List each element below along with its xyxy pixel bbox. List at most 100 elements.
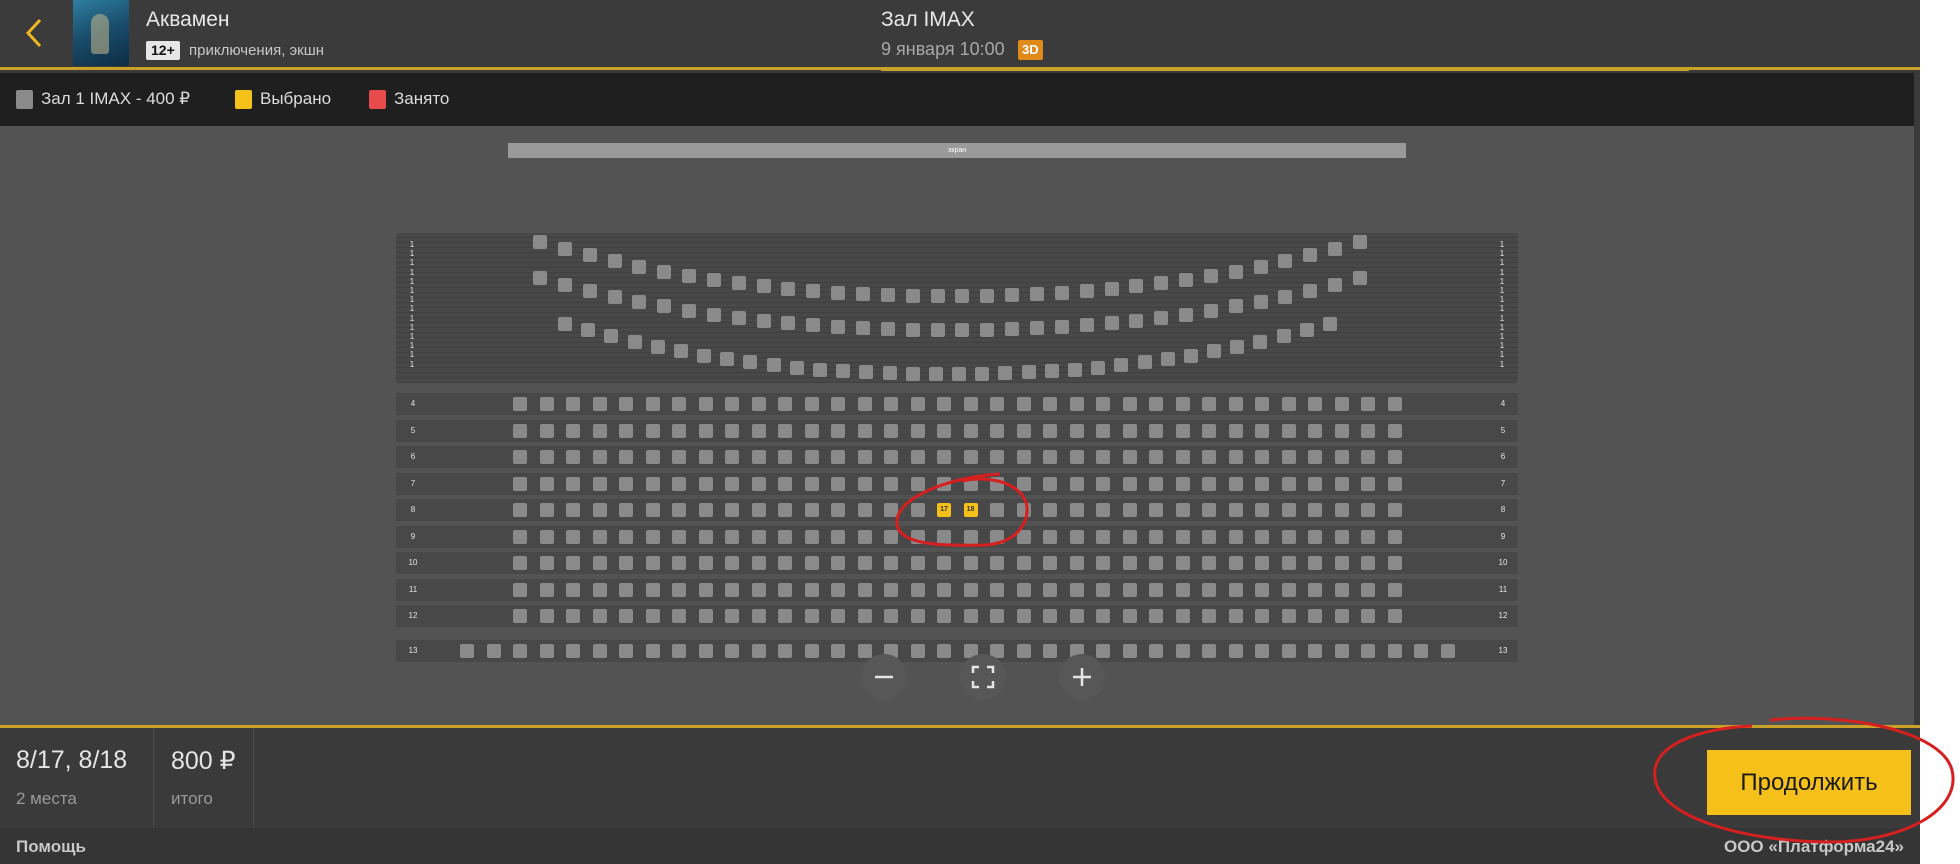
seat[interactable] (1334, 644, 1349, 658)
seat[interactable] (1043, 476, 1057, 491)
seat[interactable] (698, 556, 713, 570)
seat-upper[interactable] (806, 284, 820, 298)
seat-upper[interactable] (558, 317, 572, 331)
seat[interactable] (539, 644, 554, 658)
seat[interactable] (672, 582, 686, 597)
seat[interactable] (698, 529, 713, 544)
seat[interactable] (1043, 450, 1057, 464)
seat[interactable] (513, 423, 527, 438)
fit-screen-button[interactable] (960, 654, 1006, 700)
seat[interactable] (1202, 476, 1216, 491)
seat[interactable] (1202, 423, 1216, 438)
seat[interactable] (751, 582, 766, 597)
seat-upper[interactable] (975, 367, 989, 381)
seat[interactable] (725, 503, 739, 517)
seat[interactable] (1387, 503, 1402, 517)
seat[interactable] (963, 529, 978, 544)
seat[interactable] (1334, 529, 1349, 544)
seat[interactable] (1414, 644, 1428, 658)
seat[interactable] (1069, 476, 1084, 491)
seat[interactable] (1175, 609, 1190, 623)
seat[interactable] (725, 423, 739, 438)
seat[interactable] (963, 423, 978, 438)
seat[interactable] (1202, 529, 1216, 544)
seat[interactable] (539, 609, 554, 623)
seat-upper[interactable] (1353, 271, 1367, 285)
seat[interactable] (778, 423, 792, 438)
seat-upper[interactable] (533, 271, 547, 285)
seat[interactable] (566, 503, 580, 517)
seat-upper[interactable] (581, 323, 595, 337)
seat-upper[interactable] (980, 289, 994, 303)
seat-upper[interactable] (906, 289, 920, 303)
seat[interactable] (857, 503, 872, 517)
seat-upper[interactable] (1277, 329, 1291, 343)
seat-upper[interactable] (1207, 344, 1221, 358)
seat[interactable] (910, 503, 925, 517)
seat[interactable] (539, 503, 554, 517)
seat[interactable] (513, 397, 527, 411)
seat[interactable] (619, 609, 633, 623)
seat[interactable] (751, 609, 766, 623)
seat-upper[interactable] (608, 254, 622, 268)
seat-upper[interactable] (632, 295, 646, 309)
seat-upper[interactable] (604, 329, 618, 343)
seat-upper[interactable] (1005, 288, 1019, 302)
seat[interactable] (963, 450, 978, 464)
seat-upper[interactable] (806, 318, 820, 332)
seat[interactable] (857, 529, 872, 544)
seat[interactable] (1361, 450, 1375, 464)
seat[interactable] (963, 556, 978, 570)
seat[interactable] (1175, 644, 1190, 658)
help-link[interactable]: Помощь (16, 837, 86, 857)
seat[interactable] (751, 644, 766, 658)
seat-upper[interactable] (1254, 260, 1268, 274)
seat-upper[interactable] (906, 367, 920, 381)
seat[interactable] (1202, 556, 1216, 570)
seat[interactable] (1175, 450, 1190, 464)
seat-upper[interactable] (1184, 349, 1198, 363)
seat[interactable] (645, 397, 660, 411)
seat[interactable] (1308, 582, 1322, 597)
seat[interactable] (1334, 397, 1349, 411)
seat[interactable] (672, 609, 686, 623)
seat[interactable] (1016, 582, 1031, 597)
seat[interactable] (725, 450, 739, 464)
seat[interactable] (1255, 476, 1269, 491)
seat[interactable] (592, 423, 607, 438)
seat[interactable] (1043, 397, 1057, 411)
seat-upper[interactable] (682, 304, 696, 318)
seat[interactable] (857, 450, 872, 464)
seat-upper[interactable] (856, 287, 870, 301)
seat[interactable] (778, 450, 792, 464)
seat[interactable] (1361, 423, 1375, 438)
seat[interactable] (857, 609, 872, 623)
seat[interactable] (513, 609, 527, 623)
seat[interactable] (804, 529, 819, 544)
seat[interactable] (1175, 423, 1190, 438)
seat[interactable] (990, 397, 1004, 411)
seat[interactable] (990, 423, 1004, 438)
seat[interactable] (1281, 582, 1296, 597)
seat[interactable] (1202, 450, 1216, 464)
seat[interactable] (539, 397, 554, 411)
seat[interactable] (1096, 644, 1110, 658)
seat-upper[interactable] (952, 367, 966, 381)
seat[interactable] (778, 582, 792, 597)
seat[interactable] (1334, 556, 1349, 570)
seat[interactable] (1016, 556, 1031, 570)
seat[interactable] (1255, 423, 1269, 438)
seat-upper[interactable] (1129, 279, 1143, 293)
seat[interactable] (672, 529, 686, 544)
seat[interactable] (1016, 397, 1031, 411)
seat[interactable] (1043, 644, 1057, 658)
seat[interactable] (804, 450, 819, 464)
seat[interactable] (1016, 423, 1031, 438)
seat-upper[interactable] (1179, 308, 1193, 322)
seat[interactable] (1096, 503, 1110, 517)
seat[interactable] (751, 397, 766, 411)
seat[interactable] (831, 423, 845, 438)
seat-upper[interactable] (657, 299, 671, 313)
seat-upper[interactable] (1328, 242, 1342, 256)
seat-upper[interactable] (1229, 299, 1243, 313)
